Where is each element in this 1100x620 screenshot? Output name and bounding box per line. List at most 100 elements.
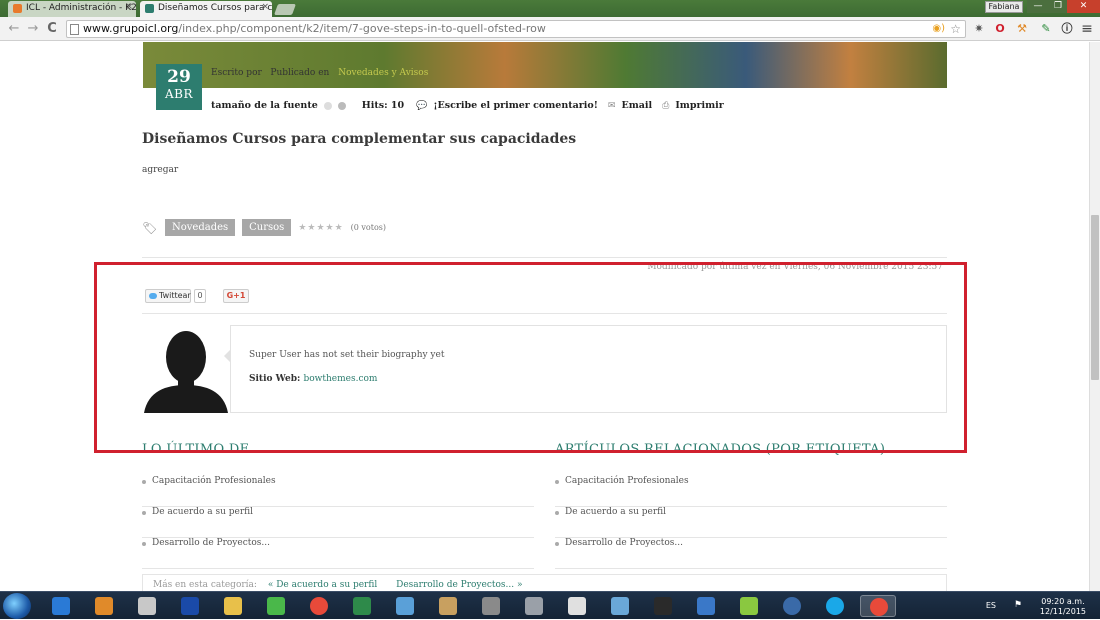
- taskbar-app-excel[interactable]: [344, 595, 380, 617]
- clock[interactable]: 09:20 a.m. 12/11/2015: [1040, 597, 1086, 617]
- rating-stars[interactable]: ★★★★★: [298, 223, 343, 233]
- list-item[interactable]: Desarrollo de Proyectos...: [142, 538, 534, 569]
- list-item[interactable]: Capacitación Profesionales: [142, 476, 534, 507]
- list-item[interactable]: Capacitación Profesionales: [555, 476, 947, 507]
- vertical-scrollbar[interactable]: [1089, 42, 1100, 591]
- chrome-menu-icon[interactable]: ≡: [1080, 22, 1094, 36]
- taskbar-app-teamviewer[interactable]: [172, 595, 208, 617]
- comment-icon: 💬: [416, 100, 428, 111]
- author-box: Super User has not set their biography y…: [142, 325, 947, 413]
- prev-article-link[interactable]: « De acuerdo a su perfil: [268, 580, 377, 590]
- taskbar-app-snipping-tool[interactable]: [129, 595, 165, 617]
- google-plus-button[interactable]: G+1: [223, 289, 249, 303]
- website-link[interactable]: bowthemes.com: [304, 374, 378, 384]
- r-console-icon: [654, 597, 672, 615]
- page-icon: [70, 24, 79, 35]
- extension-hammer-icon[interactable]: ⚒: [1015, 22, 1029, 36]
- author-website: Sitio Web: bowthemes.com: [249, 374, 377, 384]
- taskbar-app-notebook[interactable]: [430, 595, 466, 617]
- written-by-label: Escrito por: [211, 68, 262, 78]
- tab-close-icon[interactable]: ×: [261, 2, 269, 12]
- font-decrease-icon[interactable]: [323, 101, 332, 110]
- back-icon[interactable]: ←: [6, 21, 22, 37]
- divider: [142, 257, 947, 258]
- address-bar[interactable]: www.grupoicl.org/index.php/component/k2/…: [66, 20, 966, 38]
- print-link[interactable]: Imprimir: [675, 100, 723, 111]
- latest-title: LO ÚLTIMO DE: [142, 442, 250, 457]
- reload-icon[interactable]: C: [44, 21, 60, 37]
- internet-explorer-icon: [52, 597, 70, 615]
- taskbar-app-skype[interactable]: [817, 595, 853, 617]
- next-article-link[interactable]: Desarrollo de Proyectos... »: [396, 580, 522, 590]
- list-item[interactable]: Desarrollo de Proyectos...: [555, 538, 947, 569]
- language-indicator[interactable]: ES: [986, 601, 996, 610]
- start-button[interactable]: [3, 593, 31, 619]
- article-toolbar: tamaño de la fuente Hits: 10 💬 ¡Escribe …: [211, 100, 724, 111]
- email-icon: ✉: [607, 100, 616, 111]
- taskbar-app-remote-desktop[interactable]: [688, 595, 724, 617]
- category-link[interactable]: Novedades y Avisos: [338, 68, 428, 78]
- browser-toolbar: ← → C www.grupoicl.org/index.php/compone…: [0, 17, 1100, 41]
- list-item[interactable]: De acuerdo a su perfil: [142, 507, 534, 538]
- url-path: /index.php/component/k2/item/7-gove-step…: [178, 22, 546, 35]
- opera-extension-icon[interactable]: O: [993, 22, 1007, 36]
- tags-row: 🏷 Novedades Cursos ★★★★★ (0 votos): [142, 219, 386, 236]
- published-in-label: Publicado en: [270, 68, 330, 78]
- tag-cursos[interactable]: Cursos: [242, 219, 292, 236]
- author-bio-box: Super User has not set their biography y…: [224, 325, 947, 413]
- action-center-flag-icon[interactable]: ⚑: [1014, 600, 1022, 610]
- tab-article[interactable]: Diseñamos Cursos para cu ×: [140, 1, 272, 17]
- restore-icon[interactable]: ❐: [1049, 0, 1067, 13]
- comment-link[interactable]: ¡Escribe el primer comentario!: [433, 100, 598, 111]
- rss-icon[interactable]: ◉): [932, 21, 945, 37]
- tab-close-icon[interactable]: ×: [125, 2, 133, 12]
- taskbar-app-document[interactable]: [559, 595, 595, 617]
- list-item[interactable]: De acuerdo a su perfil: [555, 507, 947, 538]
- related-title: ARTÍCULOS RELACIONADOS (POR ETIQUETA): [555, 442, 886, 457]
- twitter-share-button[interactable]: Twittear: [145, 289, 191, 303]
- profile-button[interactable]: Fabiana: [985, 1, 1023, 13]
- taskbar-app-chrome-active[interactable]: [860, 595, 896, 617]
- joomla-icon: [13, 4, 22, 13]
- extension-bug-icon[interactable]: ✷: [972, 22, 986, 36]
- taskbar-app-server[interactable]: [516, 595, 552, 617]
- document-icon: [568, 597, 586, 615]
- tag-novedades[interactable]: Novedades: [165, 219, 236, 236]
- author-bio: Super User has not set their biography y…: [249, 350, 445, 360]
- date-month: ABR: [164, 87, 194, 101]
- font-increase-icon[interactable]: [337, 101, 346, 110]
- email-link[interactable]: Email: [621, 100, 652, 111]
- chrome-icon: [310, 597, 328, 615]
- url-host: www.grupoicl.org: [83, 22, 179, 35]
- twitter-count: 0: [194, 289, 206, 303]
- taskbar-app-media-player[interactable]: [86, 595, 122, 617]
- forward-icon[interactable]: →: [25, 21, 41, 37]
- taskbar-app-chrome[interactable]: [301, 595, 337, 617]
- taskbar-app-internet-explorer[interactable]: [43, 595, 79, 617]
- close-icon[interactable]: ✕: [1067, 0, 1100, 13]
- taskbar-app-calculator-grid[interactable]: [258, 595, 294, 617]
- bookmark-star-icon[interactable]: ☆: [950, 21, 961, 37]
- taskbar-app-network-tree[interactable]: [602, 595, 638, 617]
- tab-admin[interactable]: ICL - Administración - K2 ×: [8, 1, 136, 17]
- taskbar-app-file-explorer[interactable]: [215, 595, 251, 617]
- website-label: Sitio Web:: [249, 374, 301, 384]
- taskbar-app-usb-drive[interactable]: [473, 595, 509, 617]
- scrollbar-thumb[interactable]: [1091, 215, 1099, 380]
- network-tree-icon: [611, 597, 629, 615]
- clock-time: 09:20 a.m.: [1041, 597, 1085, 606]
- article-byline: Escrito por Publicado en Novedades y Avi…: [211, 68, 428, 78]
- taskbar-app-network-map[interactable]: [387, 595, 423, 617]
- snipping-tool-icon: [138, 597, 156, 615]
- taskbar-app-thunderbird[interactable]: [774, 595, 810, 617]
- site-icon: [145, 4, 154, 13]
- minimize-icon[interactable]: —: [1027, 0, 1049, 13]
- article-body: agregar: [142, 165, 179, 175]
- new-tab-button[interactable]: [273, 4, 297, 15]
- info-icon[interactable]: ⓘ: [1060, 22, 1074, 36]
- taskbar-app-folder-green[interactable]: [731, 595, 767, 617]
- eyedropper-icon[interactable]: ✎: [1039, 22, 1053, 36]
- excel-icon: [353, 597, 371, 615]
- taskbar-app-r-console[interactable]: [645, 595, 681, 617]
- tab-title: ICL - Administración - K2: [26, 3, 136, 13]
